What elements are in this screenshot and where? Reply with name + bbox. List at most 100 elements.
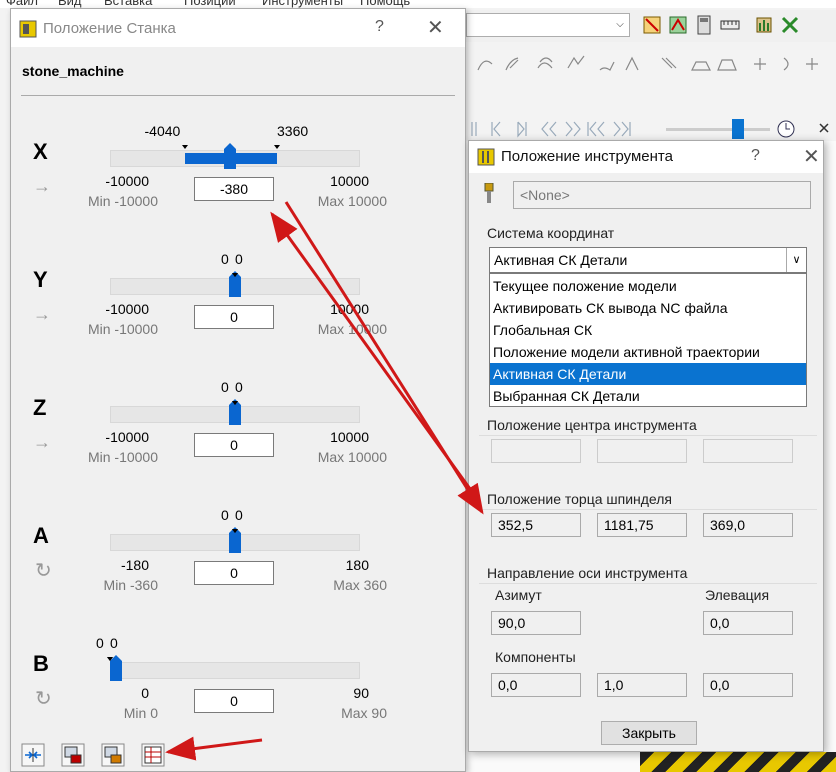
simulation-toolbar xyxy=(466,115,836,141)
close-dialog-button[interactable]: Закрыть xyxy=(601,721,697,745)
collision-icon[interactable] xyxy=(780,15,800,35)
elevation-label: Элевация xyxy=(705,587,770,603)
elevation-field: 0,0 xyxy=(703,611,793,635)
rotate-icon: ↻ xyxy=(35,688,52,710)
menu-item-help[interactable]: Помощь xyxy=(360,0,410,8)
axis-value-input[interactable]: 0 xyxy=(194,305,274,329)
machine-dialog-titlebar[interactable]: Положение Станка ? ✕ xyxy=(11,9,465,47)
machine-position-dialog: Положение Станка ? ✕ stone_machine X → -40… xyxy=(10,8,466,772)
tool-center-label: Положение центра инструмента xyxy=(487,417,697,433)
dropdown-option[interactable]: Глобальная СК xyxy=(490,319,806,341)
dropdown-option[interactable]: Активировать СК вывода NC файла xyxy=(490,297,806,319)
align-icon[interactable] xyxy=(21,743,45,767)
axis-slider-thumb[interactable] xyxy=(229,271,241,297)
coord-system-selected: Активная СК Детали xyxy=(494,252,628,268)
range-low-value: 0 xyxy=(221,507,229,523)
axis-label-b: B xyxy=(33,651,49,676)
divider xyxy=(21,95,455,96)
coord-system-label: Система координат xyxy=(487,225,615,241)
playback-icons[interactable] xyxy=(466,118,836,140)
axis-lower-limit: -10000 xyxy=(105,173,149,189)
axis-slider-thumb[interactable] xyxy=(110,655,122,681)
toolbar-combo[interactable]: ⌵ xyxy=(466,13,630,37)
axis-upper-limit: 90 xyxy=(353,685,369,701)
menu-item-file[interactable]: Файл xyxy=(6,0,38,8)
tool-center-y xyxy=(597,439,687,463)
range-high-tick xyxy=(107,657,113,661)
spindle-face-z: 369,0 xyxy=(703,513,793,537)
help-button[interactable]: ? xyxy=(751,147,760,165)
axis-value-input[interactable]: -380 xyxy=(194,177,274,201)
machine-dialog-title: Положение Станка xyxy=(43,20,176,37)
range-high-value: 0 xyxy=(235,379,243,395)
range-low-value: 0 xyxy=(221,251,229,267)
range-high-tick xyxy=(232,529,238,533)
axis-slider-track[interactable] xyxy=(110,662,360,679)
menu-item-view[interactable]: Вид xyxy=(58,0,82,8)
machine-to-model-icon[interactable] xyxy=(61,743,85,767)
axis-slider-thumb[interactable] xyxy=(224,143,237,169)
dropdown-option[interactable]: Текущее положение модели xyxy=(490,275,806,297)
dropdown-option-selected[interactable]: Активная СК Детали xyxy=(490,363,806,385)
component-i: 0,0 xyxy=(491,673,581,697)
range-high-tick xyxy=(274,145,280,149)
axis-min-label: Min -360 xyxy=(103,577,158,593)
axis-value-input[interactable]: 0 xyxy=(194,561,274,585)
axis-label-a: A xyxy=(33,523,49,548)
group-border xyxy=(479,435,817,436)
axis-upper-limit: 180 xyxy=(345,557,369,573)
axis-slider-thumb[interactable] xyxy=(229,527,241,553)
dropdown-option[interactable]: Выбранная СК Детали xyxy=(490,385,806,407)
chevron-down-icon: ∨ xyxy=(786,248,806,272)
tool-center-z xyxy=(703,439,793,463)
axis-min-label: Min -10000 xyxy=(87,321,158,337)
axis-upper-limit: 10000 xyxy=(330,429,369,445)
group-border xyxy=(479,509,817,510)
azimuth-label: Азимут xyxy=(495,587,542,603)
chevron-down-icon: ⌵ xyxy=(616,19,624,30)
close-button[interactable]: ✕ xyxy=(803,144,820,169)
components-label: Компоненты xyxy=(495,649,576,665)
toolpath-icon[interactable] xyxy=(668,15,688,35)
fixture-icon[interactable] xyxy=(754,15,774,35)
strategy-icons[interactable] xyxy=(466,50,836,76)
axis-lower-limit: 0 xyxy=(141,685,149,701)
menu-item-positions[interactable]: Позиции xyxy=(184,0,236,8)
ruler-icon[interactable] xyxy=(720,15,740,35)
range-low-value: -4040 xyxy=(144,123,181,139)
machine-icon xyxy=(19,20,37,38)
model-to-machine-icon[interactable] xyxy=(101,743,125,767)
spindle-face-label: Положение торца шпинделя xyxy=(487,491,673,507)
axis-max-label: Max 10000 xyxy=(317,321,387,337)
close-button[interactable]: ✕ xyxy=(427,15,444,40)
menu-item-insert[interactable]: Вставка xyxy=(104,0,152,8)
range-low-tick xyxy=(181,145,188,149)
axis-direction-label: Направление оси инструмента xyxy=(487,565,688,581)
tool-dialog-titlebar[interactable]: Положение инструмента ? ✕ xyxy=(469,141,823,173)
group-border xyxy=(479,583,817,584)
position-table-icon[interactable] xyxy=(141,743,165,767)
range-low-value: 0 xyxy=(221,379,229,395)
range-high-tick xyxy=(232,273,238,277)
arrow-right-icon: → xyxy=(33,176,51,196)
tool-icon[interactable] xyxy=(642,15,662,35)
axis-slider-thumb[interactable] xyxy=(229,399,241,425)
tool-position-dialog: Положение инструмента ? ✕ <None> Система… xyxy=(468,140,824,752)
calculator-icon[interactable] xyxy=(694,15,714,35)
dropdown-option[interactable]: Положение модели активной траектории xyxy=(490,341,806,363)
coord-system-dropdown: Текущее положение модели Активировать СК… xyxy=(489,273,807,407)
menu-item-tools[interactable]: Инструменты xyxy=(262,0,343,8)
tool-name-field: <None> xyxy=(513,181,811,209)
axis-value-input[interactable]: 0 xyxy=(194,689,274,713)
axis-value-input[interactable]: 0 xyxy=(194,433,274,457)
help-button[interactable]: ? xyxy=(375,18,384,36)
axis-lower-limit: -10000 xyxy=(105,429,149,445)
arrow-right-icon: → xyxy=(33,304,51,324)
axis-lower-limit: -180 xyxy=(120,557,149,573)
component-j: 1,0 xyxy=(597,673,687,697)
spindle-face-y: 1181,75 xyxy=(597,513,687,537)
tool-dialog-title: Положение инструмента xyxy=(501,148,673,165)
tool-icon xyxy=(484,183,494,203)
coord-system-select[interactable]: Активная СК Детали ∨ xyxy=(489,247,807,273)
axis-label-y: Y xyxy=(33,267,48,292)
